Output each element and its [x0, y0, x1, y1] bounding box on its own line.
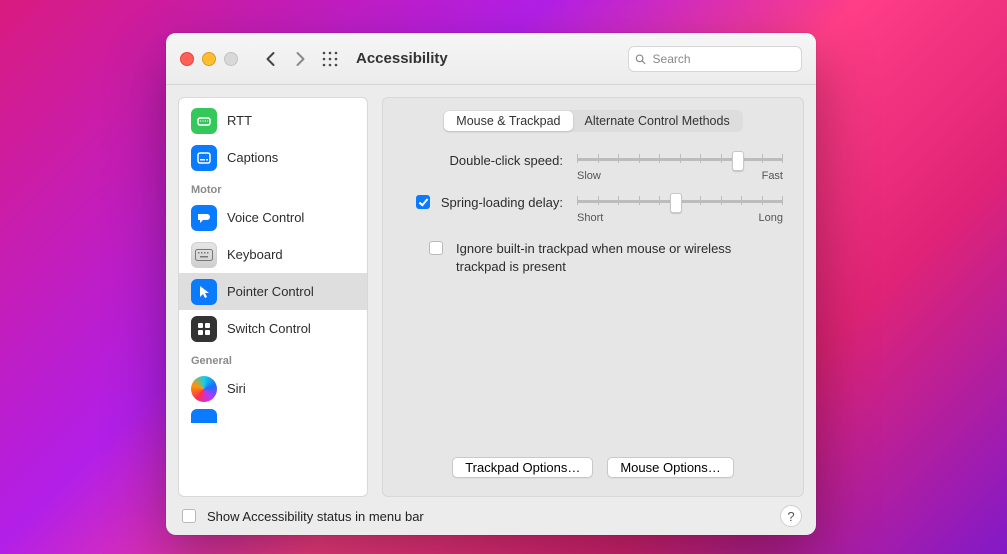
siri-icon — [191, 376, 217, 402]
sidebar-category-general: General — [179, 347, 367, 370]
search-icon — [635, 53, 646, 65]
sidebar-item-label: Switch Control — [227, 321, 311, 336]
double-click-min-label: Slow — [577, 170, 601, 182]
spring-loading-row: Spring-loading delay: Short Long — [403, 192, 783, 224]
traffic-lights — [180, 52, 238, 66]
mouse-options-button[interactable]: Mouse Options… — [607, 457, 733, 478]
double-click-speed-row: Double-click speed: Slow Fast — [403, 150, 783, 182]
sidebar-item-label: Keyboard — [227, 247, 283, 262]
sidebar-item-label: Pointer Control — [227, 284, 314, 299]
sidebar-item-switch-control[interactable]: Switch Control — [179, 310, 367, 347]
spring-loading-delay-slider[interactable] — [577, 192, 783, 210]
trackpad-options-button[interactable]: Trackpad Options… — [452, 457, 593, 478]
sidebar-item-rtt[interactable]: RTT — [179, 102, 367, 139]
double-click-speed-slider[interactable] — [577, 150, 783, 168]
footer: Show Accessibility status in menu bar ? — [166, 497, 816, 535]
unknown-icon — [191, 409, 217, 423]
sidebar-category-motor: Motor — [179, 176, 367, 199]
spring-loading-label: Spring-loading delay: — [441, 195, 563, 210]
spring-max-label: Long — [759, 212, 783, 224]
spring-loading-enabled-checkbox[interactable] — [416, 195, 430, 209]
help-button[interactable]: ? — [780, 505, 802, 527]
titlebar: Accessibility — [166, 33, 816, 85]
preferences-window: Accessibility RTT — [166, 33, 816, 535]
ignore-trackpad-row: Ignore built-in trackpad when mouse or w… — [425, 240, 783, 275]
sidebar-item-label: Voice Control — [227, 210, 304, 225]
sidebar-item-pointer-control[interactable]: Pointer Control — [179, 273, 367, 310]
tab-mouse-trackpad[interactable]: Mouse & Trackpad — [444, 111, 572, 131]
chevron-right-icon — [295, 51, 306, 67]
show-status-menubar-label: Show Accessibility status in menu bar — [207, 509, 424, 524]
sidebar-item-label: Siri — [227, 381, 246, 396]
show-all-prefs-button[interactable] — [318, 47, 342, 71]
tab-group: Mouse & Trackpad Alternate Control Metho… — [443, 110, 742, 132]
help-icon: ? — [787, 509, 794, 524]
back-button[interactable] — [258, 47, 282, 71]
zoom-window-button[interactable] — [224, 52, 238, 66]
keyboard-icon — [191, 242, 217, 268]
sidebar-item-captions[interactable]: Captions — [179, 139, 367, 176]
window-title: Accessibility — [356, 50, 448, 67]
minimize-window-button[interactable] — [202, 52, 216, 66]
sidebar-item-keyboard[interactable]: Keyboard — [179, 236, 367, 273]
close-window-button[interactable] — [180, 52, 194, 66]
search-field[interactable] — [628, 46, 802, 72]
voice-control-icon — [191, 205, 217, 231]
search-input[interactable] — [651, 51, 795, 67]
tab-alternate-control[interactable]: Alternate Control Methods — [573, 111, 742, 131]
show-status-menubar-checkbox[interactable] — [182, 509, 196, 523]
ignore-trackpad-label: Ignore built-in trackpad when mouse or w… — [456, 240, 756, 275]
forward-button[interactable] — [288, 47, 312, 71]
sidebar-item-label: Captions — [227, 150, 278, 165]
switch-control-icon — [191, 316, 217, 342]
chevron-left-icon — [265, 51, 276, 67]
rtt-icon — [191, 108, 217, 134]
sidebar-item-siri[interactable]: Siri — [179, 370, 367, 407]
sidebar-item-cut-off[interactable] — [179, 407, 367, 425]
captions-icon — [191, 145, 217, 171]
grid-icon — [322, 51, 338, 67]
main-panel: Mouse & Trackpad Alternate Control Metho… — [382, 97, 804, 497]
sidebar: RTT Captions Motor Voice Control — [178, 97, 368, 497]
ignore-trackpad-checkbox[interactable] — [429, 241, 443, 255]
sidebar-item-label: RTT — [227, 113, 252, 128]
spring-min-label: Short — [577, 212, 603, 224]
double-click-speed-label: Double-click speed: — [450, 153, 563, 168]
content: RTT Captions Motor Voice Control — [166, 85, 816, 535]
pointer-control-icon — [191, 279, 217, 305]
sidebar-item-voice-control[interactable]: Voice Control — [179, 199, 367, 236]
double-click-max-label: Fast — [762, 170, 783, 182]
